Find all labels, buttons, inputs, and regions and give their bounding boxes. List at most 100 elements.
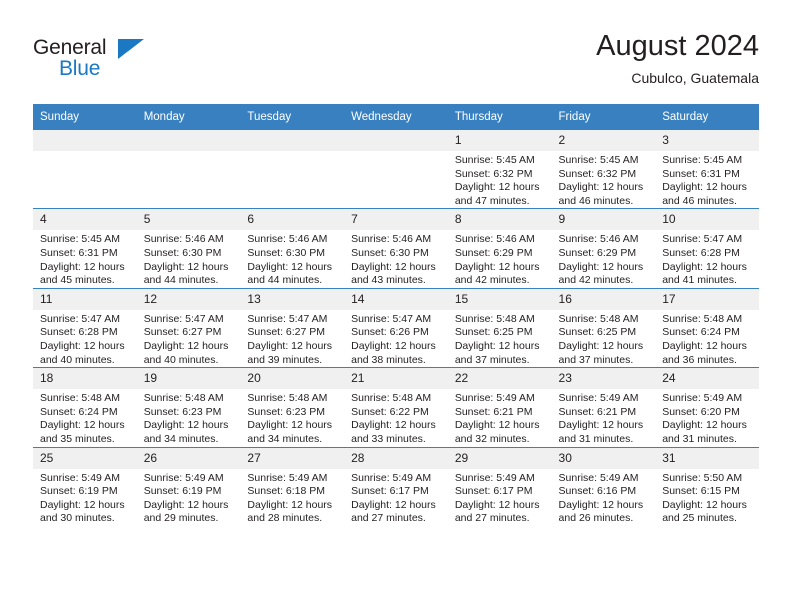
day-info-sunrise: Sunrise: 5:49 AM (558, 392, 639, 405)
day-info-daylight-line2: and 26 minutes. (558, 512, 634, 525)
day-info-daylight-line1: Daylight: 12 hours (662, 260, 747, 273)
day-info-sunrise: Sunrise: 5:48 AM (247, 392, 328, 405)
calendar-day-cell[interactable]: 27 Sunrise: 5:49 AM Sunset: 6:18 PM Dayligh… (240, 446, 345, 526)
day-info: Sunrise: 5:48 AM Sunset: 6:23 PM Daylight:… (137, 389, 241, 446)
calendar-day-cell[interactable]: 25 Sunrise: 5:49 AM Sunset: 6:19 PM Dayligh… (33, 446, 137, 526)
day-info: Sunrise: 5:47 AM Sunset: 6:27 PM Daylight:… (137, 310, 241, 367)
calendar-week-row: 25 Sunrise: 5:49 AM Sunset: 6:19 PM Dayligh… (33, 446, 759, 526)
day-info-daylight-line2: and 34 minutes. (247, 432, 323, 445)
calendar-day-cell[interactable]: 2 Sunrise: 5:45 AM Sunset: 6:32 PM Daylight… (551, 128, 656, 209)
day-info-daylight-line1: Daylight: 12 hours (558, 260, 644, 273)
day-info-sunset: Sunset: 6:21 PM (454, 405, 533, 418)
day-info-daylight-line2: and 32 minutes. (454, 432, 530, 445)
calendar-day-cell[interactable]: 6 Sunrise: 5:46 AM Sunset: 6:30 PM Daylight… (240, 208, 345, 289)
day-info-daylight-line1: Daylight: 12 hours (662, 339, 747, 352)
day-info-daylight-line1: Daylight: 12 hours (40, 339, 125, 352)
day-info-daylight-line2: and 28 minutes. (247, 512, 323, 525)
day-info-sunset: Sunset: 6:31 PM (662, 167, 740, 180)
calendar-week-row: 1 Sunrise: 5:45 AM Sunset: 6:32 PM Daylight… (33, 128, 759, 209)
day-info: Sunrise: 5:46 AM Sunset: 6:29 PM Daylight:… (448, 230, 552, 287)
day-info: Sunrise: 5:46 AM Sunset: 6:29 PM Daylight:… (552, 230, 656, 287)
day-info-daylight-line2: and 46 minutes. (558, 194, 634, 207)
day-info: Sunrise: 5:49 AM Sunset: 6:21 PM Daylight:… (552, 389, 656, 446)
day-info-sunset: Sunset: 6:25 PM (454, 326, 533, 339)
day-number: 9 (551, 209, 656, 231)
day-info-sunrise: Sunrise: 5:47 AM (662, 233, 743, 246)
day-info: Sunrise: 5:47 AM Sunset: 6:28 PM Daylight:… (655, 230, 759, 287)
day-info-sunset: Sunset: 6:23 PM (143, 405, 222, 418)
day-number: 12 (136, 288, 241, 310)
calendar-day-cell[interactable]: 28 Sunrise: 5:49 AM Sunset: 6:17 PM Dayligh… (344, 446, 448, 526)
calendar-day-cell[interactable]: 4 Sunrise: 5:45 AM Sunset: 6:31 PM Daylight… (33, 208, 137, 289)
calendar-day-cell[interactable]: 1 Sunrise: 5:45 AM Sunset: 6:32 PM Daylight… (447, 128, 552, 209)
calendar-day-cell[interactable]: 8 Sunrise: 5:46 AM Sunset: 6:29 PM Daylight… (447, 208, 552, 289)
calendar-day-cell[interactable]: 13 Sunrise: 5:47 AM Sunset: 6:27 PM Dayligh… (240, 287, 345, 368)
day-info-daylight-line1: Daylight: 12 hours (454, 498, 540, 511)
calendar-day-cell[interactable]: 16 Sunrise: 5:48 AM Sunset: 6:25 PM Dayligh… (551, 287, 656, 368)
day-info-sunset: Sunset: 6:21 PM (558, 405, 637, 418)
day-number: 16 (551, 288, 656, 310)
calendar-day-cell[interactable]: 30 Sunrise: 5:49 AM Sunset: 6:16 PM Dayligh… (551, 446, 656, 526)
day-number: 18 (33, 368, 137, 390)
calendar-day-cell[interactable]: 18 Sunrise: 5:48 AM Sunset: 6:24 PM Dayligh… (33, 367, 137, 447)
day-number: 5 (136, 209, 241, 231)
day-number: 8 (447, 209, 552, 231)
calendar-day-cell[interactable]: 10 Sunrise: 5:47 AM Sunset: 6:28 PM Dayligh… (655, 208, 759, 289)
page-subtitle: Cubulco, Guatemala (631, 70, 759, 86)
day-info-daylight-line1: Daylight: 12 hours (558, 498, 644, 511)
day-info-daylight-line2: and 47 minutes. (454, 194, 530, 207)
calendar-day-cell[interactable]: 15 Sunrise: 5:48 AM Sunset: 6:25 PM Dayligh… (447, 287, 552, 368)
day-info-daylight-line1: Daylight: 12 hours (40, 260, 125, 273)
calendar-day-cell[interactable]: 23 Sunrise: 5:49 AM Sunset: 6:21 PM Dayligh… (551, 367, 656, 447)
day-number: 6 (240, 209, 345, 231)
day-info-sunrise: Sunrise: 5:49 AM (40, 471, 120, 484)
day-info-sunset: Sunset: 6:25 PM (558, 326, 637, 339)
calendar-day-cell[interactable]: 19 Sunrise: 5:48 AM Sunset: 6:23 PM Dayligh… (136, 367, 241, 447)
day-info-sunrise: Sunrise: 5:47 AM (143, 312, 224, 325)
calendar-day-cell[interactable]: 11 Sunrise: 5:47 AM Sunset: 6:28 PM Dayligh… (33, 287, 137, 368)
day-info-sunset: Sunset: 6:27 PM (143, 326, 222, 339)
calendar-day-cell[interactable]: 9 Sunrise: 5:46 AM Sunset: 6:29 PM Daylight… (551, 208, 656, 289)
day-info-sunrise: Sunrise: 5:49 AM (558, 471, 639, 484)
day-info-daylight-line2: and 27 minutes. (351, 512, 426, 525)
calendar-cell-empty (136, 128, 241, 209)
day-number: 7 (344, 209, 448, 231)
day-info: Sunrise: 5:48 AM Sunset: 6:25 PM Daylight:… (552, 310, 656, 367)
day-number: 1 (447, 130, 552, 151)
day-info: Sunrise: 5:45 AM Sunset: 6:32 PM Daylight:… (552, 151, 656, 208)
weekday-header-thursday: Thursday (447, 104, 552, 130)
calendar-day-cell[interactable]: 24 Sunrise: 5:49 AM Sunset: 6:20 PM Dayligh… (655, 367, 759, 447)
calendar-cell-empty (240, 128, 345, 209)
calendar-day-cell[interactable]: 31 Sunrise: 5:50 AM Sunset: 6:15 PM Dayligh… (655, 446, 759, 526)
calendar-day-cell[interactable]: 21 Sunrise: 5:48 AM Sunset: 6:22 PM Dayligh… (344, 367, 448, 447)
calendar-day-cell[interactable]: 17 Sunrise: 5:48 AM Sunset: 6:24 PM Dayligh… (655, 287, 759, 368)
day-number: 30 (551, 447, 656, 469)
day-info-sunset: Sunset: 6:19 PM (143, 485, 222, 498)
day-info-daylight-line2: and 46 minutes. (662, 194, 737, 207)
day-info-daylight-line1: Daylight: 12 hours (143, 260, 229, 273)
brand-logo[interactable]: General Blue (33, 36, 153, 86)
calendar-day-cell[interactable]: 29 Sunrise: 5:49 AM Sunset: 6:17 PM Dayligh… (447, 446, 552, 526)
weekday-header-saturday: Saturday (655, 104, 759, 130)
day-info-sunset: Sunset: 6:26 PM (351, 326, 429, 339)
day-info-daylight-line2: and 40 minutes. (143, 353, 219, 366)
day-info-daylight-line1: Daylight: 12 hours (662, 498, 747, 511)
day-info-daylight-line1: Daylight: 12 hours (143, 339, 229, 352)
calendar-day-cell[interactable]: 26 Sunrise: 5:49 AM Sunset: 6:19 PM Dayligh… (136, 446, 241, 526)
calendar-day-cell[interactable]: 14 Sunrise: 5:47 AM Sunset: 6:26 PM Dayligh… (344, 287, 448, 368)
day-info-daylight-line2: and 35 minutes. (40, 432, 115, 445)
calendar-day-cell[interactable]: 12 Sunrise: 5:47 AM Sunset: 6:27 PM Dayligh… (136, 287, 241, 368)
calendar-day-cell[interactable]: 5 Sunrise: 5:46 AM Sunset: 6:30 PM Daylight… (136, 208, 241, 289)
calendar-day-cell[interactable]: 3 Sunrise: 5:45 AM Sunset: 6:31 PM Daylight… (655, 128, 759, 209)
day-info-sunrise: Sunrise: 5:46 AM (558, 233, 639, 246)
day-number: 28 (344, 447, 448, 469)
day-info-sunset: Sunset: 6:29 PM (454, 246, 533, 259)
calendar-day-cell[interactable]: 7 Sunrise: 5:46 AM Sunset: 6:30 PM Daylight… (344, 208, 448, 289)
day-info: Sunrise: 5:49 AM Sunset: 6:19 PM Daylight:… (137, 469, 241, 526)
day-number: 26 (136, 447, 241, 469)
day-info-daylight-line1: Daylight: 12 hours (351, 419, 436, 432)
day-number: 23 (551, 368, 656, 390)
day-info: Sunrise: 5:49 AM Sunset: 6:21 PM Daylight:… (448, 389, 552, 446)
calendar-day-cell[interactable]: 20 Sunrise: 5:48 AM Sunset: 6:23 PM Dayligh… (240, 367, 345, 447)
calendar-day-cell[interactable]: 22 Sunrise: 5:49 AM Sunset: 6:21 PM Dayligh… (447, 367, 552, 447)
